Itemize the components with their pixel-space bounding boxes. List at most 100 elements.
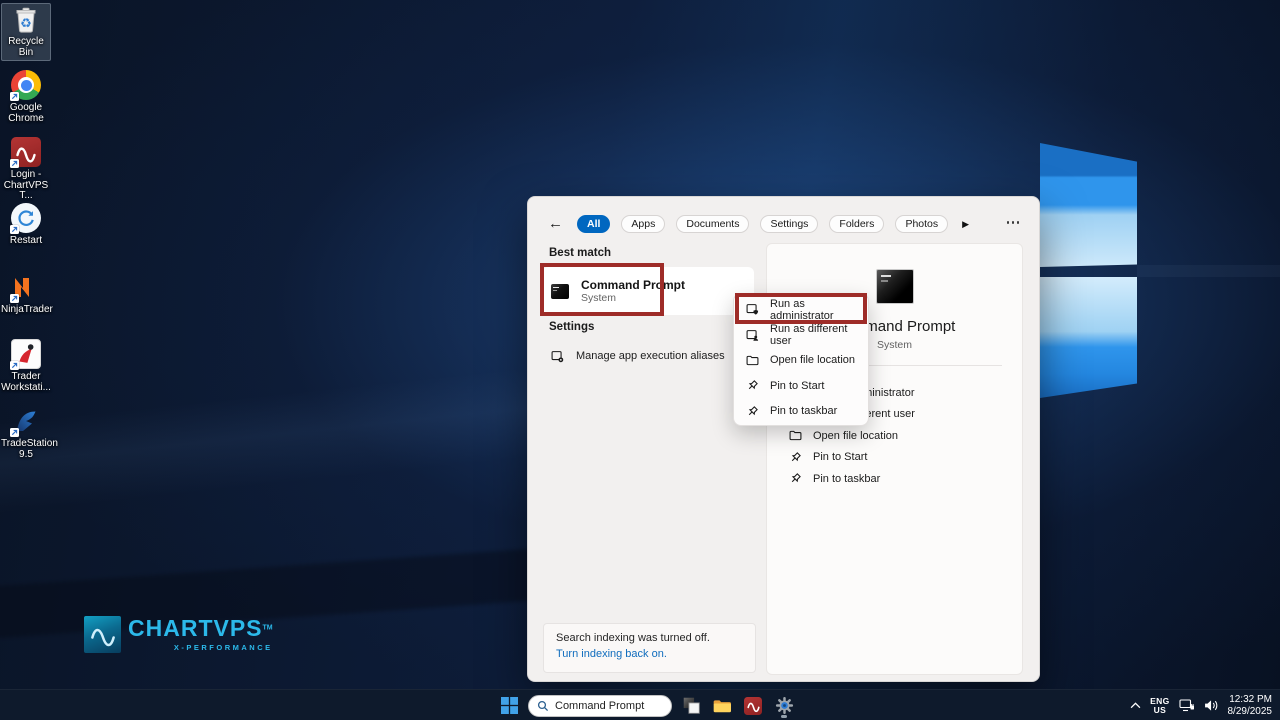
desktop-icon-google-chrome[interactable]: Google Chrome bbox=[1, 70, 51, 124]
search-filter-tabs: ← All Apps Documents Settings Folders Ph… bbox=[548, 214, 969, 234]
desktop-icon-label: 9.5 bbox=[1, 450, 51, 461]
language-line2: US bbox=[1150, 706, 1169, 715]
tab-apps[interactable]: Apps bbox=[621, 215, 665, 233]
recycle-bin-icon: ♻ bbox=[11, 4, 41, 34]
windows-logo-glow bbox=[1137, 265, 1280, 277]
tab-photos[interactable]: Photos bbox=[895, 215, 948, 233]
context-menu-open-file-location[interactable]: Open file location bbox=[734, 348, 868, 373]
desktop-icon-trader-workstation[interactable]: Trader Workstati... bbox=[1, 339, 51, 393]
desktop-icon-login-chartvps[interactable]: Login - ChartVPS T... bbox=[1, 137, 51, 202]
more-tabs-icon[interactable]: ▶ bbox=[962, 219, 969, 230]
file-explorer-button[interactable] bbox=[710, 693, 734, 719]
desktop-icon-label: NinjaTrader bbox=[1, 305, 51, 316]
context-menu-run-as-different-user[interactable]: Run as different user bbox=[734, 322, 868, 347]
settings-app-button[interactable] bbox=[772, 693, 796, 719]
indexing-message: Search indexing was turned off. bbox=[556, 632, 743, 644]
best-match-header: Best match bbox=[549, 247, 611, 259]
desktop-icon-label: Chrome bbox=[1, 114, 51, 125]
tab-all[interactable]: All bbox=[577, 215, 610, 233]
desktop-icon-restart[interactable]: Restart bbox=[1, 203, 51, 247]
tray-date: 8/29/2025 bbox=[1228, 706, 1273, 718]
preview-action-open-file-location[interactable]: Open file location bbox=[767, 425, 1022, 447]
task-view-button[interactable] bbox=[679, 693, 703, 719]
action-label: Pin to taskbar bbox=[813, 473, 880, 485]
menu-item-label: Open file location bbox=[770, 354, 855, 366]
chartvps-app-icon bbox=[11, 137, 41, 167]
shortcut-arrow-icon bbox=[10, 294, 19, 303]
search-icon bbox=[537, 700, 549, 712]
tab-documents[interactable]: Documents bbox=[676, 215, 749, 233]
taskbar-search-box[interactable]: Command Prompt bbox=[528, 695, 672, 717]
desktop-icon-label: Restart bbox=[1, 236, 51, 247]
clock[interactable]: 12:32 PM 8/29/2025 bbox=[1228, 694, 1273, 718]
watermark-tagline: X-PERFORMANCE bbox=[128, 643, 273, 652]
svg-text:♻: ♻ bbox=[20, 16, 32, 31]
preview-action-pin-to-taskbar[interactable]: Pin to taskbar bbox=[767, 468, 1022, 490]
chartvps-watermark: CHARTVPSTM X-PERFORMANCE bbox=[84, 616, 273, 653]
pin-icon bbox=[789, 472, 802, 485]
context-menu-pin-to-start[interactable]: Pin to Start bbox=[734, 373, 868, 398]
network-icon[interactable] bbox=[1179, 699, 1195, 712]
shortcut-arrow-icon bbox=[10, 92, 19, 101]
running-indicator bbox=[781, 715, 787, 718]
trader-workstation-icon bbox=[11, 339, 41, 369]
folder-icon bbox=[789, 429, 802, 442]
menu-item-label: Pin to taskbar bbox=[770, 405, 837, 417]
manage-aliases-label: Manage app execution aliases bbox=[576, 350, 725, 362]
tab-settings[interactable]: Settings bbox=[760, 215, 818, 233]
tray-time: 12:32 PM bbox=[1228, 694, 1273, 706]
settings-section-header: Settings bbox=[549, 321, 594, 333]
taskbar-search-value: Command Prompt bbox=[555, 700, 644, 712]
shortcut-arrow-icon bbox=[10, 159, 19, 168]
volume-icon[interactable] bbox=[1204, 699, 1219, 712]
desktop-icon-label: Trader bbox=[1, 372, 51, 383]
desktop-icon-label: Recycle Bin bbox=[2, 37, 50, 58]
preview-action-pin-to-start[interactable]: Pin to Start bbox=[767, 447, 1022, 469]
watermark-tm: TM bbox=[263, 625, 273, 632]
action-label: Pin to Start bbox=[813, 451, 867, 463]
chartvps-logo-icon bbox=[84, 616, 121, 653]
highlight-box-run-as-administrator bbox=[735, 293, 867, 324]
turn-indexing-on-link[interactable]: Turn indexing back on. bbox=[556, 648, 743, 660]
desktop-icon-label: Login - bbox=[1, 170, 51, 181]
manage-aliases-result[interactable]: Manage app execution aliases bbox=[542, 343, 754, 369]
desktop-icon-label: Google bbox=[1, 103, 51, 114]
shortcut-arrow-icon bbox=[10, 428, 19, 437]
windows-logo-top-pane bbox=[1040, 143, 1137, 267]
chartvps-app-button[interactable] bbox=[741, 693, 765, 719]
windows-logo-icon bbox=[501, 697, 518, 714]
folder-icon bbox=[746, 354, 759, 367]
app-settings-icon bbox=[551, 350, 564, 363]
language-indicator[interactable]: ENG US bbox=[1150, 697, 1169, 715]
chartvps-app-icon bbox=[744, 697, 762, 715]
desktop-icon-tradestation[interactable]: TradeStation 9.5 bbox=[1, 406, 51, 460]
settings-gear-icon bbox=[775, 696, 794, 715]
chrome-icon bbox=[11, 70, 41, 100]
watermark-brand: CHARTVPS bbox=[128, 615, 263, 641]
tradestation-icon bbox=[11, 406, 41, 436]
menu-item-label: Run as different user bbox=[770, 323, 868, 347]
more-options-icon[interactable] bbox=[1007, 221, 1020, 224]
desktop-icon-label: Workstati... bbox=[1, 383, 51, 394]
shortcut-arrow-icon bbox=[10, 225, 19, 234]
highlight-box-best-match bbox=[540, 263, 664, 316]
file-explorer-icon bbox=[712, 696, 732, 716]
ninjatrader-icon bbox=[11, 272, 41, 302]
desktop-icon-label: TradeStation bbox=[1, 439, 51, 450]
back-arrow-icon[interactable]: ← bbox=[548, 214, 563, 234]
show-hidden-icons-chevron[interactable] bbox=[1130, 702, 1141, 709]
search-window: ← All Apps Documents Settings Folders Ph… bbox=[527, 196, 1040, 682]
tab-folders[interactable]: Folders bbox=[829, 215, 884, 233]
taskbar: Command Prompt bbox=[0, 689, 1280, 720]
desktop-icon-recycle-bin[interactable]: ♻ Recycle Bin bbox=[1, 3, 51, 61]
desktop-icon-ninjatrader[interactable]: NinjaTrader bbox=[1, 272, 51, 316]
start-button[interactable] bbox=[497, 693, 521, 719]
restart-icon bbox=[11, 203, 41, 233]
run-as-user-icon bbox=[746, 329, 759, 342]
pin-icon bbox=[746, 379, 759, 392]
command-prompt-preview-icon bbox=[876, 269, 914, 304]
action-label: Open file location bbox=[813, 430, 898, 442]
context-menu-pin-to-taskbar[interactable]: Pin to taskbar bbox=[734, 399, 868, 424]
pin-icon bbox=[746, 405, 759, 418]
pin-icon bbox=[789, 451, 802, 464]
